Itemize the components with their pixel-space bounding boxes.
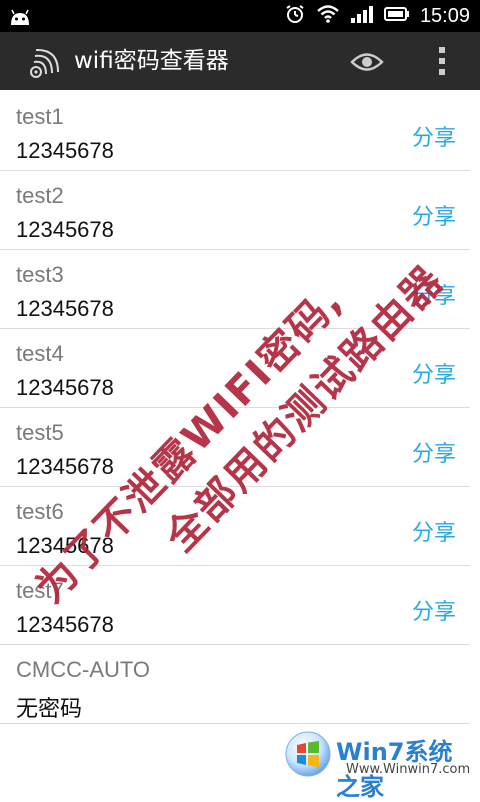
eye-icon[interactable] — [350, 51, 384, 77]
wifi-app-icon[interactable] — [28, 46, 62, 84]
network-name: test3 — [16, 262, 64, 287]
network-row[interactable]: test6 12345678 分享 — [0, 487, 470, 566]
signal-icon — [350, 4, 374, 28]
status-icons: 15:09 — [284, 0, 470, 32]
network-password: 12345678 — [16, 375, 114, 400]
alarm-icon — [284, 3, 306, 29]
network-row[interactable]: CMCC-AUTO 无密码 — [0, 645, 470, 724]
network-name: test7 — [16, 578, 64, 603]
network-list: test1 12345678 分享 test2 12345678 分享 test… — [0, 92, 480, 724]
app-title: wifi密码查看器 — [74, 48, 229, 74]
windows-globe-icon — [284, 730, 332, 782]
action-bar: wifi密码查看器 — [0, 32, 480, 90]
network-name: test1 — [16, 104, 64, 129]
share-button[interactable]: 分享 — [412, 436, 456, 468]
overflow-menu-icon[interactable] — [437, 46, 447, 80]
network-password: 无密码 — [16, 696, 83, 721]
share-button[interactable]: 分享 — [412, 278, 456, 310]
network-name: test4 — [16, 341, 64, 366]
network-password: 12345678 — [16, 138, 114, 163]
network-name: test5 — [16, 420, 64, 445]
network-row[interactable]: test2 12345678 分享 — [0, 171, 470, 250]
share-button[interactable]: 分享 — [412, 199, 456, 231]
share-button[interactable]: 分享 — [412, 515, 456, 547]
share-button[interactable]: 分享 — [412, 594, 456, 626]
status-bar: 15:09 — [0, 0, 480, 32]
battery-icon — [383, 6, 410, 26]
network-password: 12345678 — [16, 296, 114, 321]
network-name: test2 — [16, 183, 64, 208]
network-row[interactable]: test1 12345678 分享 — [0, 92, 470, 171]
network-password: 12345678 — [16, 217, 114, 242]
share-button[interactable]: 分享 — [412, 357, 456, 389]
android-icon — [8, 5, 32, 31]
network-row[interactable]: test5 12345678 分享 — [0, 408, 470, 487]
clock: 15:09 — [419, 4, 470, 27]
network-name: test6 — [16, 499, 64, 524]
network-name: CMCC-AUTO — [16, 657, 151, 682]
network-row[interactable]: test4 12345678 分享 — [0, 329, 470, 408]
site-logo: Win7系统之家 Www.Winwin7.com — [284, 730, 474, 801]
share-button[interactable]: 分享 — [412, 120, 456, 152]
network-password: 12345678 — [16, 454, 114, 479]
logo-url: Www.Winwin7.com — [346, 762, 471, 777]
network-password: 12345678 — [16, 533, 114, 558]
network-row[interactable]: test7 12345678 分享 — [0, 566, 470, 645]
network-row[interactable]: test3 12345678 分享 — [0, 250, 470, 329]
wifi-icon — [316, 4, 340, 28]
network-password: 12345678 — [16, 612, 114, 637]
